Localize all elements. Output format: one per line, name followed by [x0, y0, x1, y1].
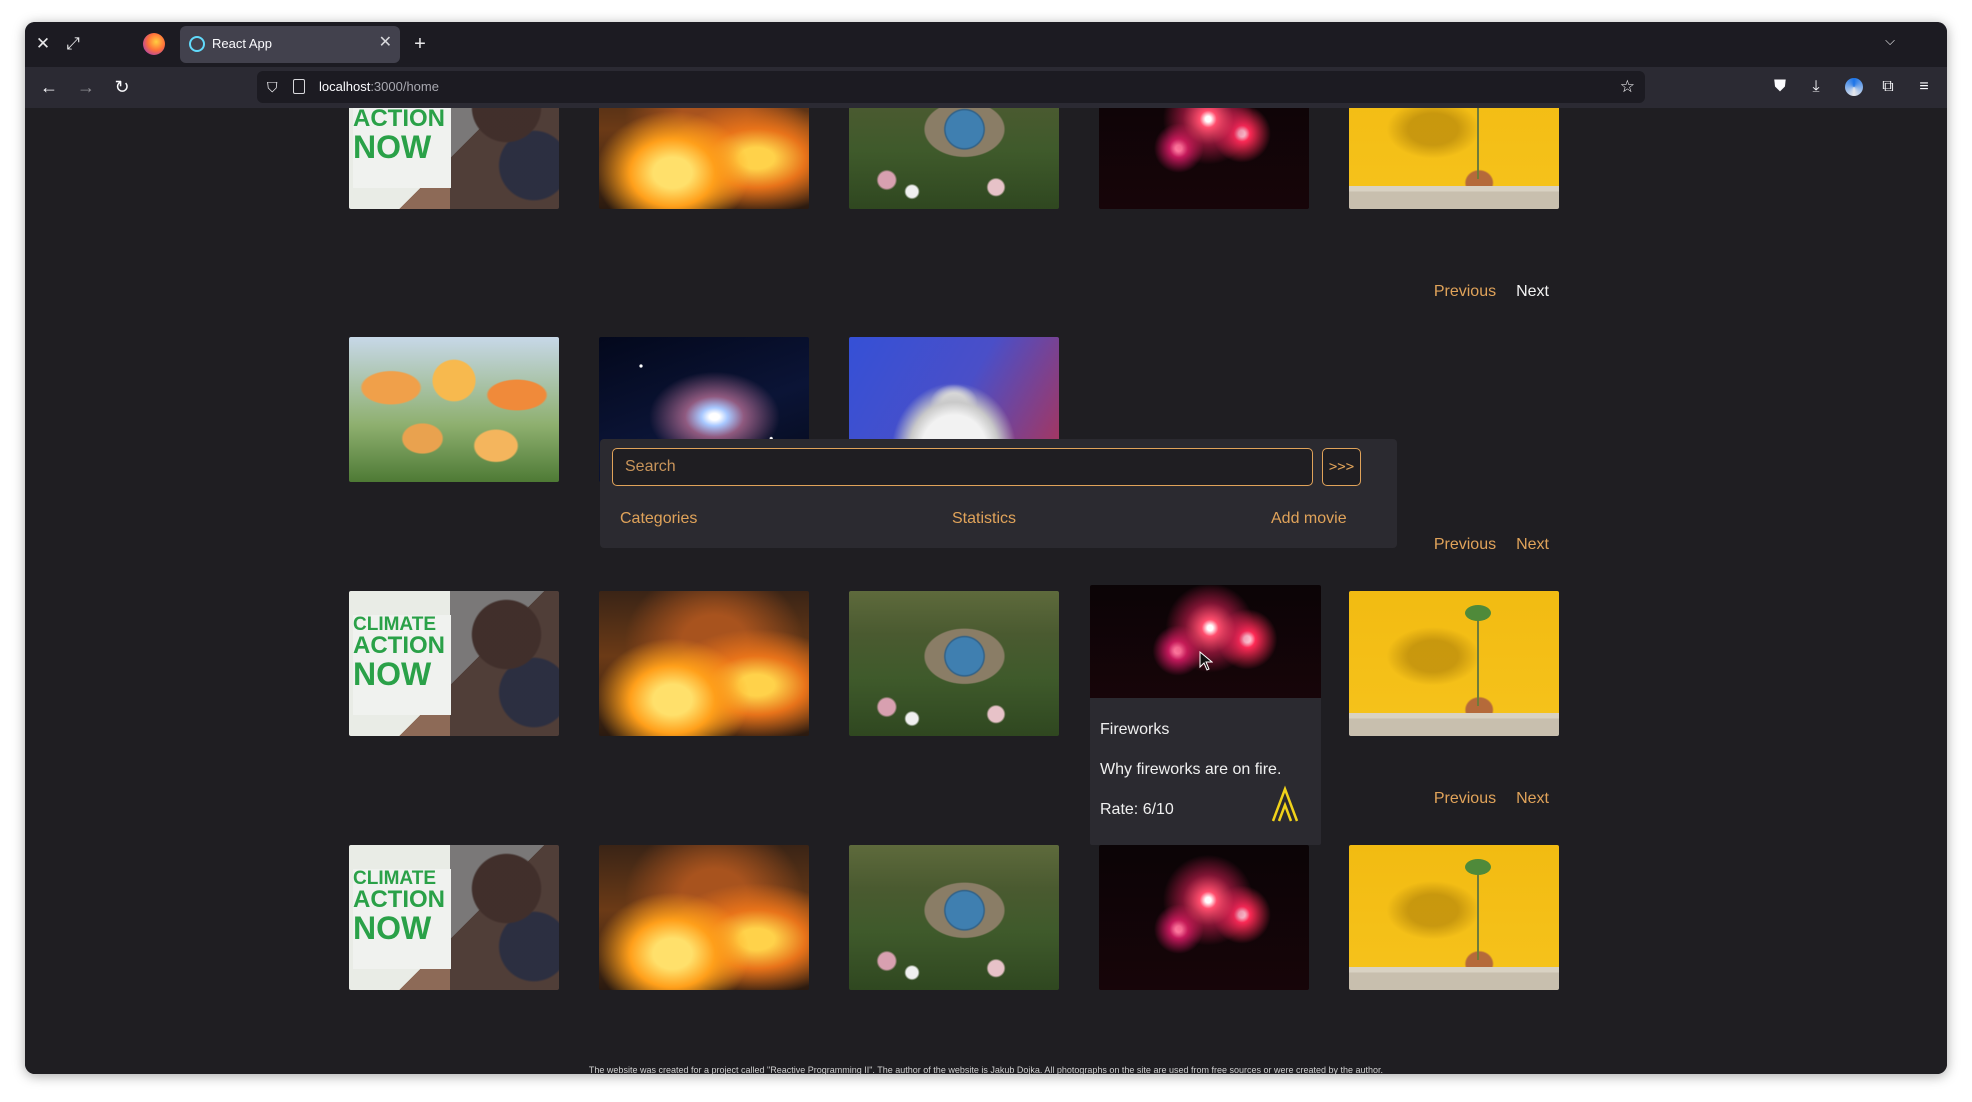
page-content: CLIMATE ACTION NOW Previous Next >>> Cate… [25, 108, 1947, 1074]
movie-thumb-plant[interactable] [1349, 591, 1559, 736]
statistics-link[interactable]: Statistics [952, 510, 1016, 528]
arrow-up-icon[interactable] [1270, 783, 1300, 823]
menu-icon[interactable]: ≡ [1912, 75, 1936, 99]
search-panel: >>> Categories Statistics Add movie [600, 439, 1397, 548]
pager: Previous Next [1414, 536, 1549, 554]
movie-card-image [1090, 585, 1321, 698]
climate-sign: CLIMATE ACTION NOW [353, 108, 451, 188]
pager: Previous Next [1414, 283, 1549, 301]
movie-thumb-climate[interactable]: CLIMATE ACTION NOW [349, 845, 559, 990]
search-input[interactable] [612, 448, 1313, 486]
climate-sign: CLIMATE ACTION NOW [353, 615, 451, 715]
star-icon[interactable]: ☆ [1620, 76, 1635, 98]
fullscreen-icon[interactable]: ⤢ [61, 32, 85, 56]
pocket-icon[interactable]: ⛊ [1768, 75, 1792, 99]
footer-text: The website was created for a project ca… [588, 1065, 1384, 1074]
movie-thumb-hobbit[interactable] [849, 108, 1059, 209]
climate-sign: CLIMATE ACTION NOW [353, 869, 451, 969]
movie-thumb-hobbit[interactable] [849, 845, 1059, 990]
download-icon[interactable]: ⤓ [1804, 75, 1828, 99]
mouse-cursor-icon [1199, 651, 1213, 671]
movie-thumb-fireworks[interactable] [1099, 845, 1309, 990]
movie-thumb-climate[interactable]: CLIMATE ACTION NOW [349, 108, 559, 209]
movie-hover-card[interactable]: Fireworks Why fireworks are on fire. Rat… [1090, 585, 1321, 845]
extensions-icon[interactable]: ⧉ [1876, 75, 1900, 99]
close-icon[interactable]: ✕ [31, 32, 55, 56]
account-icon[interactable] [1845, 78, 1863, 96]
add-movie-link[interactable]: Add movie [1271, 510, 1347, 528]
movie-card-rate: Rate: 6/10 [1100, 801, 1174, 818]
back-icon[interactable]: ← [37, 75, 61, 99]
movie-thumb-fire[interactable] [599, 591, 809, 736]
movie-thumb-plant[interactable] [1349, 845, 1559, 990]
tab-title: React App [212, 36, 272, 51]
page-icon[interactable] [293, 79, 305, 94]
tab-close-icon[interactable]: ✕ [379, 33, 392, 53]
movie-thumb-climate[interactable]: CLIMATE ACTION NOW [349, 591, 559, 736]
url-bar[interactable]: ⛉ localhost:3000/home ☆ [257, 71, 1645, 103]
shield-icon[interactable]: ⛉ [267, 77, 283, 97]
previous-link[interactable]: Previous [1434, 283, 1496, 300]
new-tab-icon[interactable]: + [408, 32, 432, 56]
next-link[interactable]: Next [1516, 536, 1549, 553]
tab-strip: ✕ ⤢ React App ✕ + ⌵ [25, 22, 1947, 67]
url-text[interactable]: localhost:3000/home [319, 79, 439, 94]
movie-thumb-plant[interactable] [1349, 108, 1559, 209]
movie-thumb-tulips[interactable] [349, 337, 559, 482]
tab-list-icon[interactable]: ⌵ [1885, 33, 1895, 49]
firefox-logo-icon[interactable] [143, 33, 165, 55]
tab-react-app[interactable]: React App ✕ [180, 26, 400, 63]
forward-icon[interactable]: → [74, 75, 98, 99]
movie-thumb-fireworks[interactable] [1099, 108, 1309, 209]
next-link[interactable]: Next [1516, 283, 1549, 300]
previous-link[interactable]: Previous [1434, 790, 1496, 807]
movie-thumb-hobbit[interactable] [849, 591, 1059, 736]
nav-bar: ← → ↻ ⛉ localhost:3000/home ☆ ⛊ ⤓ ⧉ ≡ [25, 67, 1947, 108]
browser-window: ✕ ⤢ React App ✕ + ⌵ ← → ↻ ⛉ localhost:30… [25, 22, 1947, 1074]
search-submit-button[interactable]: >>> [1322, 448, 1361, 486]
movie-card-description: Why fireworks are on fire. [1100, 761, 1282, 778]
categories-link[interactable]: Categories [620, 510, 697, 528]
react-icon [189, 36, 205, 52]
next-link[interactable]: Next [1516, 790, 1549, 807]
pager: Previous Next [1414, 790, 1549, 808]
movie-card-title: Fireworks [1100, 721, 1170, 738]
movie-thumb-fire[interactable] [599, 845, 809, 990]
reload-icon[interactable]: ↻ [110, 75, 134, 99]
movie-thumb-fire[interactable] [599, 108, 809, 209]
previous-link[interactable]: Previous [1434, 536, 1496, 553]
